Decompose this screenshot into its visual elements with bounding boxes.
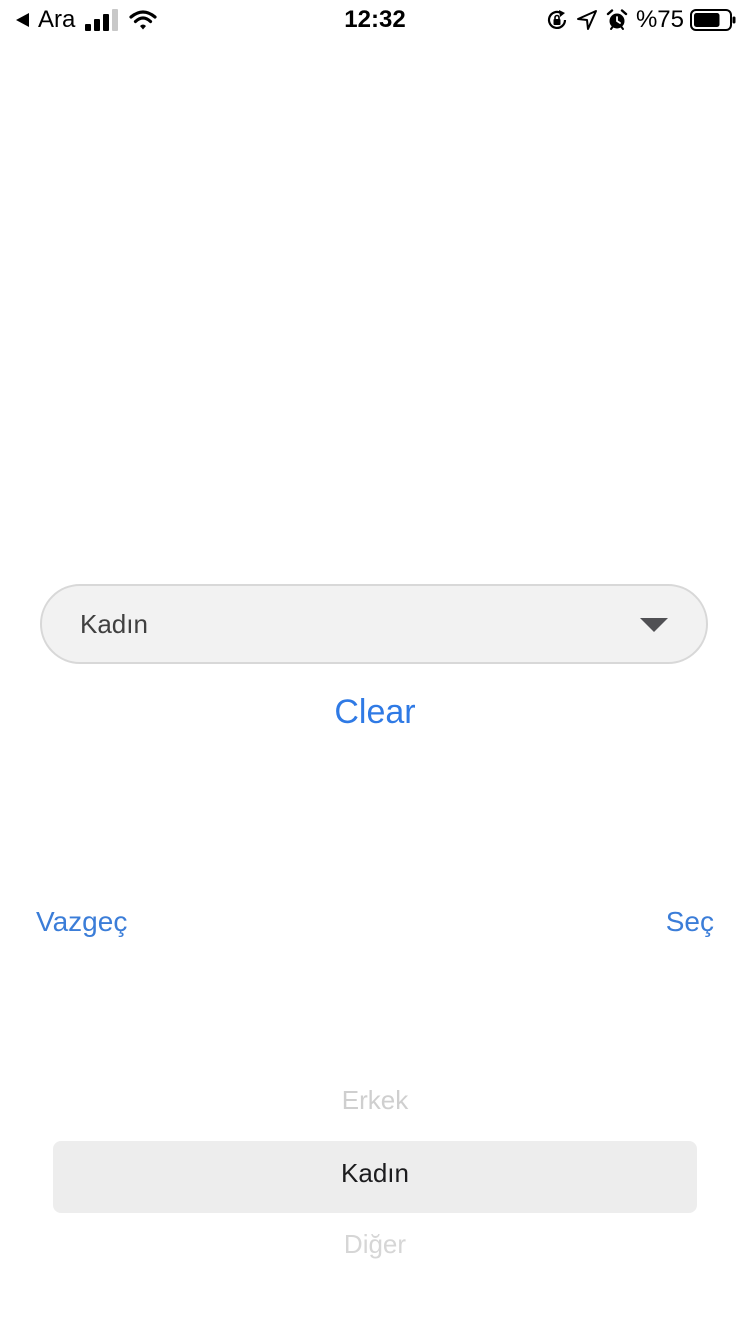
picker-option-erkek[interactable]: Erkek xyxy=(0,1084,750,1116)
status-bar: Ara 12:32 %75 xyxy=(0,0,750,40)
clear-button-row: Clear xyxy=(0,690,750,734)
picker-select-button[interactable]: Seç xyxy=(666,906,714,938)
battery-icon xyxy=(690,9,736,31)
caret-down-icon xyxy=(640,618,668,632)
alarm-clock-icon xyxy=(606,9,628,30)
location-arrow-icon xyxy=(576,10,597,30)
rotation-lock-icon xyxy=(547,10,567,29)
clear-button[interactable]: Clear xyxy=(334,693,415,731)
status-bar-right: %75 xyxy=(546,6,736,34)
picker-option-kadin[interactable]: Kadın xyxy=(0,1157,750,1189)
battery-percent: %75 xyxy=(635,6,684,33)
picker-cancel-button[interactable]: Vazgeç xyxy=(36,906,127,938)
picker-option-diger[interactable]: Diğer xyxy=(0,1228,750,1260)
dropdown-selected-value: Kadın xyxy=(80,608,148,639)
gender-dropdown[interactable]: Kadın xyxy=(40,584,708,664)
